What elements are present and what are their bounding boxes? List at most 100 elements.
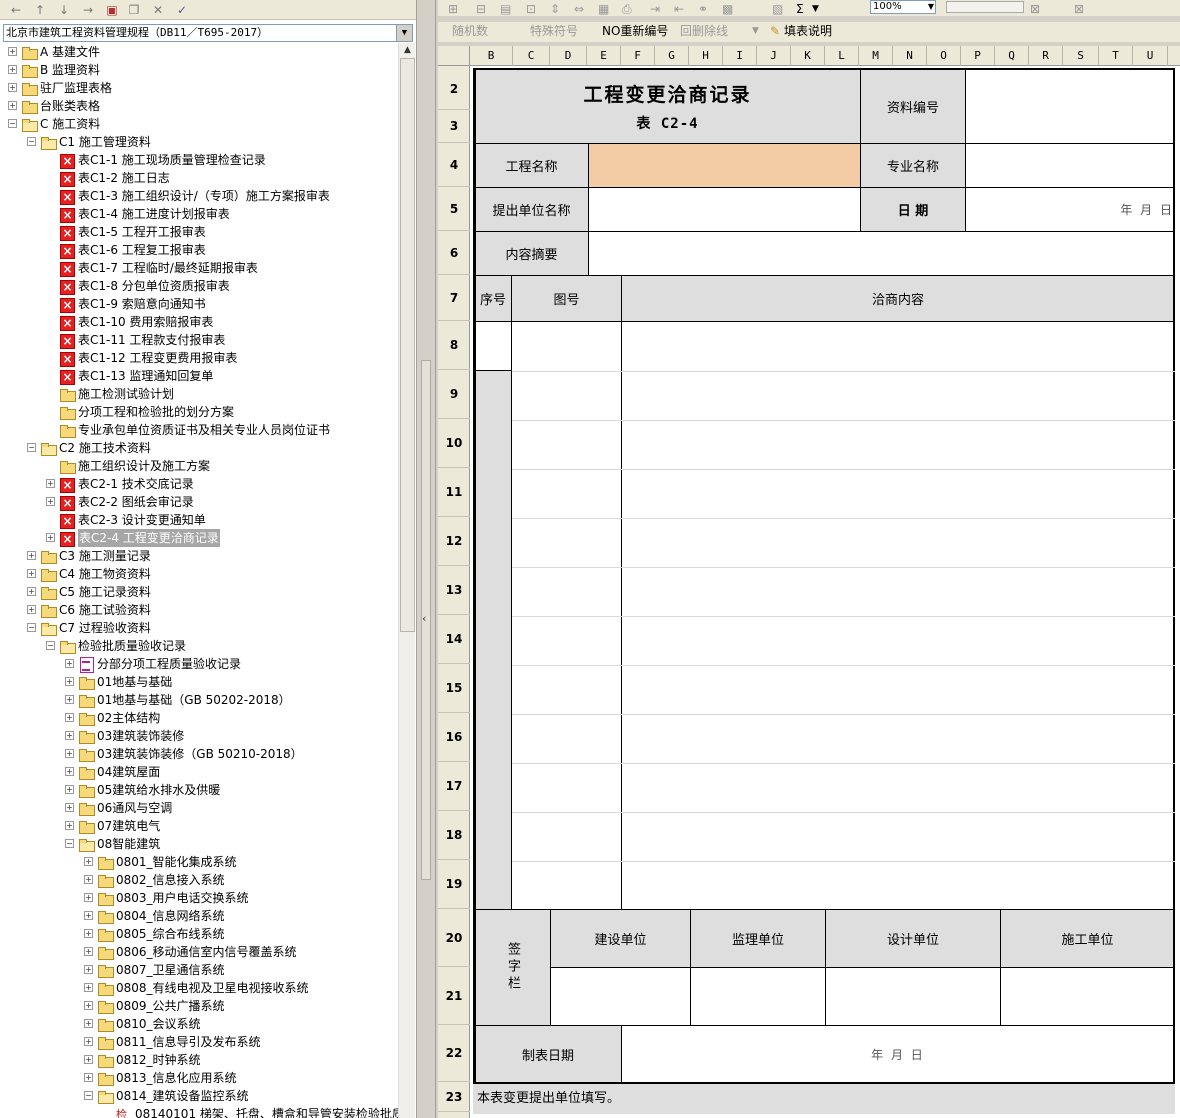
special-symbol-button[interactable]: 特殊符号 <box>530 23 578 39</box>
row-header-cell[interactable]: 12 <box>438 517 470 566</box>
tree-item[interactable]: 表C1-3 施工组织设计/（专项）施工方案报审表 <box>0 187 398 205</box>
contractor-signature-field[interactable] <box>1001 968 1175 1026</box>
expand-icon[interactable]: + <box>65 803 74 812</box>
tree-item[interactable]: + A 基建文件 <box>0 43 398 61</box>
border-color-icon[interactable]: ⊠ <box>1074 1 1084 17</box>
row-header-cell[interactable]: 21 <box>438 967 470 1025</box>
expand-icon[interactable]: + <box>27 551 36 560</box>
tree-item[interactable]: +03建筑装饰装修 <box>0 727 398 745</box>
row-header-cell[interactable]: 9 <box>438 370 470 419</box>
expand-icon[interactable]: + <box>65 713 74 722</box>
border-icon[interactable]: ⊠ <box>1030 1 1040 17</box>
tree-item[interactable]: 分项工程和检验批的划分方案 <box>0 403 398 421</box>
tree-item[interactable]: 施工检测试验计划 <box>0 385 398 403</box>
down-icon[interactable]: ↓ <box>56 2 72 18</box>
tree-item[interactable]: + C6 施工试验资料 <box>0 601 398 619</box>
expand-icon[interactable]: + <box>65 659 74 668</box>
tree-item[interactable]: + 表C2-1 技术交底记录 <box>0 475 398 493</box>
column-header-cell[interactable]: F <box>621 46 655 66</box>
column-header-cell[interactable]: S <box>1063 46 1099 66</box>
expand-icon[interactable]: + <box>65 785 74 794</box>
sum-icon[interactable]: Σ <box>796 1 804 17</box>
pane-splitter[interactable]: ‹ <box>416 0 436 1118</box>
tree-item[interactable]: +0803_用户电话交换系统 <box>0 889 398 907</box>
forward-icon[interactable]: → <box>80 2 96 18</box>
line-style-select[interactable] <box>946 1 1024 13</box>
renumber-button[interactable]: NO重新编号 <box>602 23 668 39</box>
tree-item[interactable]: 表C2-3 设计变更通知单 <box>0 511 398 529</box>
tree-item[interactable]: +0812_时钟系统 <box>0 1051 398 1069</box>
expand-icon[interactable]: + <box>84 983 93 992</box>
tree-item[interactable]: 表C1-4 施工进度计划报审表 <box>0 205 398 223</box>
row-header-cell[interactable]: 2 <box>438 68 470 110</box>
expand-icon[interactable]: + <box>46 479 55 488</box>
expand-icon[interactable]: + <box>46 497 55 506</box>
delete-icon[interactable]: ✕ <box>150 2 166 18</box>
tree-item[interactable]: +0806_移动通信室内信号覆盖系统 <box>0 943 398 961</box>
scroll-up-icon[interactable]: ▲ <box>400 43 415 58</box>
tree-item[interactable]: 表C1-1 施工现场质量管理检查记录 <box>0 151 398 169</box>
specialty-field[interactable] <box>966 144 1175 188</box>
collapse-icon[interactable]: − <box>84 1091 93 1100</box>
scroll-thumb[interactable] <box>400 58 415 632</box>
row-header-cell[interactable]: 22 <box>438 1025 470 1082</box>
col-width-icon[interactable]: ⇔ <box>574 1 584 17</box>
new-doc-icon[interactable]: ▣ <box>104 2 120 18</box>
collapse-icon[interactable]: − <box>27 443 36 452</box>
row-header-cell[interactable]: 10 <box>438 419 470 468</box>
tree-item[interactable]: 表C1-7 工程临时/最终延期报审表 <box>0 259 398 277</box>
row-header-cell[interactable]: 4 <box>438 143 470 187</box>
column-header-cell[interactable]: O <box>927 46 961 66</box>
copy-icon[interactable]: ❐ <box>126 2 142 18</box>
tree-item[interactable]: + 表C2-4 工程变更洽商记录 <box>0 529 398 547</box>
strikethrough-dropdown-icon[interactable]: ▼ <box>752 23 759 39</box>
column-header-cell[interactable]: B <box>470 46 513 66</box>
expand-icon[interactable]: + <box>8 83 17 92</box>
expand-icon[interactable]: + <box>8 65 17 74</box>
outdent-icon[interactable]: ⇤ <box>674 1 684 17</box>
sum-dropdown-icon[interactable]: ▼ <box>812 1 819 17</box>
tree-item[interactable]: +0801_智能化集成系统 <box>0 853 398 871</box>
date-field[interactable]: 年 月 日 <box>966 188 1175 232</box>
project-name-field[interactable] <box>589 144 861 188</box>
expand-icon[interactable]: + <box>84 875 93 884</box>
delete-row-icon[interactable]: ⊟ <box>476 1 486 17</box>
row-header-cell[interactable]: 11 <box>438 468 470 517</box>
owner-signature-field[interactable] <box>551 968 691 1026</box>
spec-select[interactable]: 北京市建筑工程资料管理规程（DB11／T695-2017） ▼ <box>3 24 413 42</box>
tree-item[interactable]: − 0814_建筑设备监控系统 <box>0 1087 398 1105</box>
row-height-icon[interactable]: ⇕ <box>550 1 560 17</box>
row-header-cell[interactable]: 6 <box>438 231 470 275</box>
column-header-cell[interactable]: J <box>757 46 791 66</box>
row-header-cell[interactable]: 14 <box>438 615 470 664</box>
expand-icon[interactable]: + <box>84 1001 93 1010</box>
strikethrough-button[interactable]: 回删除线 <box>680 23 728 39</box>
column-header-cell[interactable]: U <box>1133 46 1168 66</box>
column-header-cell[interactable]: N <box>893 46 927 66</box>
expand-icon[interactable]: + <box>84 1055 93 1064</box>
expand-icon[interactable]: + <box>65 731 74 740</box>
column-header-cell[interactable]: I <box>723 46 757 66</box>
row-header-cell[interactable]: 3 <box>438 110 470 143</box>
expand-icon[interactable]: + <box>65 749 74 758</box>
column-header-cell[interactable]: M <box>859 46 893 66</box>
tree-item[interactable]: +0802_信息接入系统 <box>0 871 398 889</box>
summary-field[interactable] <box>589 232 1175 276</box>
back-icon[interactable]: ← <box>8 2 24 18</box>
tree-item[interactable]: 08140101 梯架、托盘、槽盒和导管安装检验批质 <box>0 1105 398 1118</box>
column-header-cell[interactable]: L <box>825 46 859 66</box>
tree-item[interactable]: + C5 施工记录资料 <box>0 583 398 601</box>
tree-item[interactable]: 表C1-12 工程变更费用报审表 <box>0 349 398 367</box>
expand-icon[interactable]: + <box>65 677 74 686</box>
column-header-cell[interactable]: E <box>587 46 621 66</box>
expand-icon[interactable]: + <box>8 101 17 110</box>
tree-scrollbar[interactable]: ▲ <box>398 43 415 1118</box>
collapse-icon[interactable]: − <box>46 641 55 650</box>
tree-item[interactable]: 表C1-13 监理通知回复单 <box>0 367 398 385</box>
fill-help-button[interactable]: 填表说明 <box>784 23 832 39</box>
column-header-cell[interactable]: D <box>550 46 587 66</box>
tree-item[interactable]: − C1 施工管理资料 <box>0 133 398 151</box>
collapse-icon[interactable]: − <box>27 137 36 146</box>
row-header-cell[interactable]: 19 <box>438 860 470 909</box>
merge-icon[interactable]: ▤ <box>500 1 511 17</box>
